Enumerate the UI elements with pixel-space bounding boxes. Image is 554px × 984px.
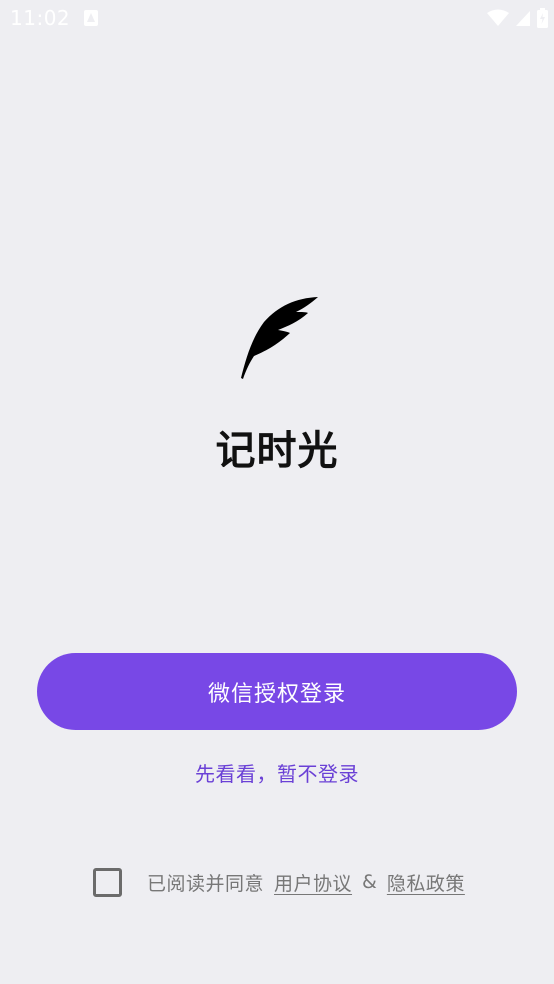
- agreement-checkbox[interactable]: [93, 867, 122, 897]
- notification-icon: [84, 10, 98, 26]
- status-icons: [487, 8, 548, 28]
- skip-login-link[interactable]: 先看看，暂不登录: [0, 758, 554, 787]
- agreement-separator: &: [362, 871, 377, 893]
- status-bar: 11:02: [0, 0, 554, 38]
- user-agreement-link[interactable]: 用户协议: [274, 869, 352, 896]
- agreement-prefix: 已阅读并同意: [147, 872, 265, 895]
- privacy-policy-link[interactable]: 隐私政策: [387, 869, 465, 896]
- agreement-row: 已阅读并同意 用户协议 & 隐私政策: [93, 866, 465, 898]
- status-time: 11:02: [10, 6, 71, 30]
- wechat-login-label: 微信授权登录: [207, 681, 346, 707]
- wifi-icon: [487, 9, 509, 26]
- battery-icon: [537, 8, 548, 28]
- signal-icon: [516, 11, 530, 26]
- wechat-login-button[interactable]: 微信授权登录: [37, 653, 517, 730]
- feather-icon: [241, 297, 318, 379]
- app-name: 记时光: [215, 428, 339, 474]
